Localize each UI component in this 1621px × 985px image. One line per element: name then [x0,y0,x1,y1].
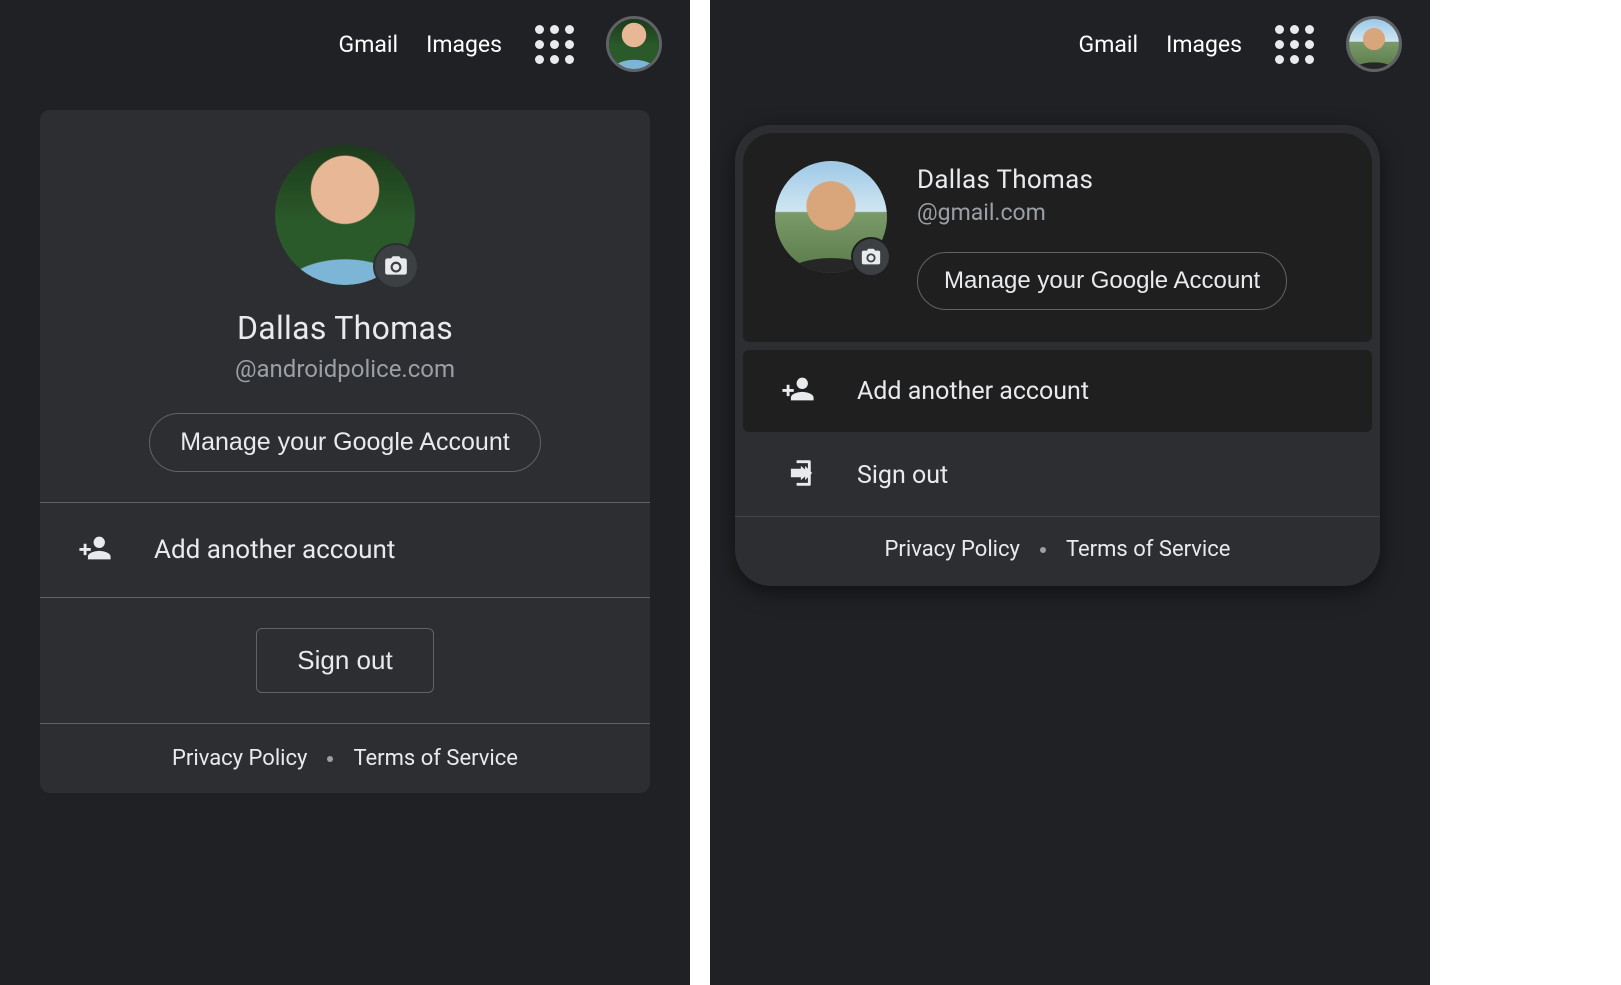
manage-account-button[interactable]: Manage your Google Account [149,413,540,472]
google-apps-button[interactable] [1270,20,1318,68]
account-avatar-button[interactable] [1346,16,1402,72]
account-avatar-button[interactable] [606,16,662,72]
account-header: Dallas Thomas @gmail.com Manage your Goo… [743,133,1372,342]
account-menu-card: Dallas Thomas @gmail.com Manage your Goo… [735,125,1380,586]
old-account-menu-pane: Gmail Images Dallas Thomas @andr [0,0,690,985]
avatar-wrap [275,145,415,285]
user-email: @androidpolice.com [235,355,455,383]
user-email: @gmail.com [917,199,1046,226]
sign-out-section: Sign out [40,597,650,723]
camera-icon [860,246,882,268]
privacy-policy-link[interactable]: Privacy Policy [885,537,1020,562]
change-photo-button[interactable] [851,237,891,277]
privacy-policy-link[interactable]: Privacy Policy [172,746,307,771]
sign-out-button[interactable]: Sign out [256,628,433,693]
topbar: Gmail Images [339,0,690,88]
footer: Privacy Policy Terms of Service [40,723,650,793]
add-account-label: Add another account [154,535,395,565]
camera-icon [383,253,409,279]
person-add-icon [781,372,815,410]
add-account-row[interactable]: Add another account [743,350,1372,432]
user-name: Dallas Thomas [237,309,453,347]
pane-divider [695,0,700,985]
apps-grid-icon [535,25,574,64]
avatar-image [1349,19,1399,69]
avatar-image [609,19,659,69]
footer: Privacy Policy Terms of Service [735,516,1380,586]
account-header: Dallas Thomas @androidpolice.com Manage … [40,110,650,502]
sign-out-label: Sign out [857,461,948,490]
account-info: Dallas Thomas @gmail.com Manage your Goo… [917,161,1340,310]
terms-of-service-link[interactable]: Terms of Service [1066,537,1231,562]
sign-out-row[interactable]: Sign out [735,434,1380,516]
apps-grid-icon [1275,25,1314,64]
add-account-row[interactable]: Add another account [40,502,650,597]
terms-of-service-link[interactable]: Terms of Service [353,746,518,771]
images-link[interactable]: Images [426,31,502,58]
add-account-label: Add another account [857,377,1089,406]
images-link[interactable]: Images [1166,31,1242,58]
change-photo-button[interactable] [373,243,419,289]
dot-separator-icon [1040,547,1046,553]
new-account-menu-pane: Gmail Images Dallas Thomas [710,0,1430,985]
gmail-link[interactable]: Gmail [339,31,399,58]
topbar: Gmail Images [1079,0,1430,88]
google-apps-button[interactable] [530,20,578,68]
manage-account-button[interactable]: Manage your Google Account [917,252,1287,310]
person-add-icon [78,531,112,569]
dot-separator-icon [327,756,333,762]
account-menu-card: Dallas Thomas @androidpolice.com Manage … [40,110,650,793]
user-name: Dallas Thomas [917,165,1093,195]
sign-out-icon [781,456,815,494]
avatar-wrap [775,161,887,273]
gmail-link[interactable]: Gmail [1079,31,1139,58]
